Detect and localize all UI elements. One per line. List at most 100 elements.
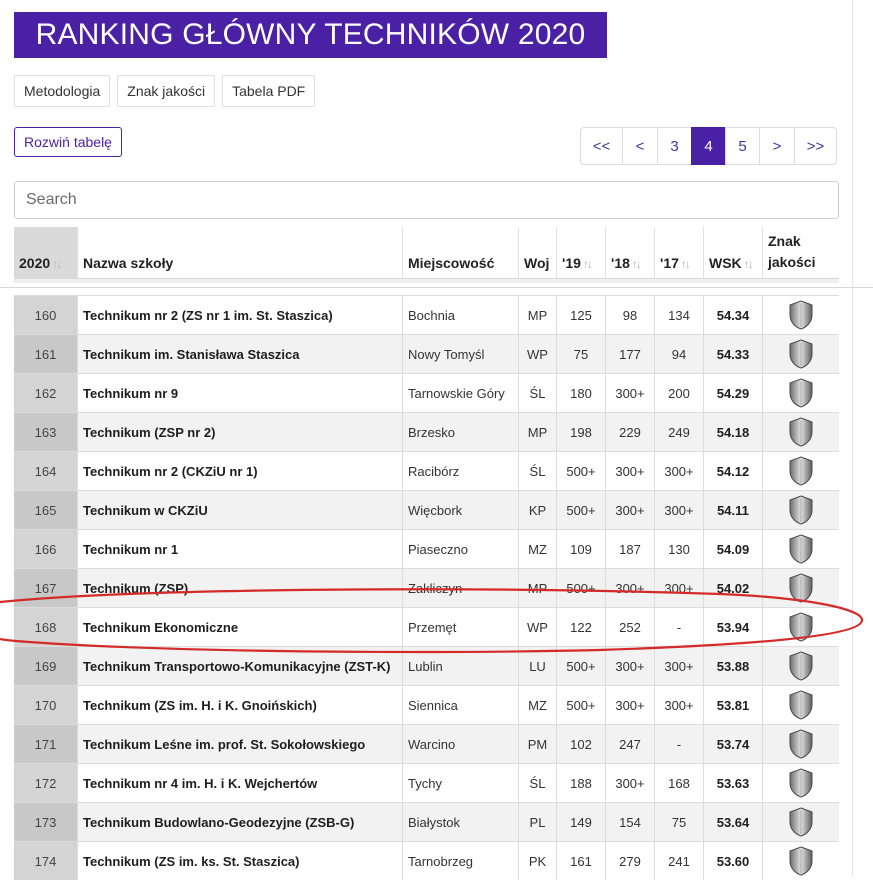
cell-voivodeship: ŚL <box>518 764 556 802</box>
sort-arrows-icon: ↑↓ <box>52 257 62 271</box>
cell-school-name: Technikum Leśne im. prof. St. Sokołowski… <box>77 725 402 763</box>
table-row: 164 Technikum nr 2 (CKZiU nr 1) Racibórz ŚL… <box>14 451 839 490</box>
cell-quality-mark <box>762 530 839 568</box>
cell-quality-mark <box>762 491 839 529</box>
cell-school-name: Technikum (ZS im. ks. St. Staszica) <box>77 842 402 880</box>
cell-city: Tarnobrzeg <box>402 842 518 880</box>
cell-rank: 169 <box>14 647 77 685</box>
shield-icon <box>788 495 814 525</box>
table-row: 168 Technikum Ekonomiczne Przemęt WP 122 252-… <box>14 607 839 646</box>
cell-city: Siennica <box>402 686 518 724</box>
cell-school-name: Technikum nr 9 <box>77 374 402 412</box>
cell-wsk: 53.88 <box>703 647 762 685</box>
cell-2017: 300+ <box>654 569 703 607</box>
sort-arrows-icon: ↑↓ <box>743 257 754 271</box>
cell-city: Więcbork <box>402 491 518 529</box>
page-button-4[interactable]: 5 <box>725 127 760 165</box>
quality-mark-button[interactable]: Znak jakości <box>117 75 216 107</box>
cell-rank: 163 <box>14 413 77 451</box>
table-header: 2020 ↑↓ Nazwa szkoły Miejscowość Woj '19 ↑… <box>14 227 839 279</box>
cell-city: Nowy Tomyśl <box>402 335 518 373</box>
cell-wsk: 54.34 <box>703 296 762 334</box>
shield-icon <box>788 417 814 447</box>
cell-quality-mark <box>762 803 839 841</box>
cell-wsk: 53.94 <box>703 608 762 646</box>
cell-school-name: Technikum Ekonomiczne <box>77 608 402 646</box>
cell-2018: 300+ <box>605 491 654 529</box>
page-button-3[interactable]: 4 <box>691 127 726 165</box>
cell-2019: 500+ <box>556 569 605 607</box>
cell-wsk: 53.63 <box>703 764 762 802</box>
sort-arrows-icon: ↑↓ <box>631 257 642 271</box>
table-row: 165 Technikum w CKZiU Więcbork KP 500+ 300+ 30… <box>14 490 839 529</box>
col-header-2019[interactable]: '19 ↑↓ <box>556 227 605 278</box>
page-button-5[interactable]: > <box>759 127 795 165</box>
cell-quality-mark <box>762 569 839 607</box>
cell-2019: 149 <box>556 803 605 841</box>
expand-table-button[interactable]: Rozwiń tabelę <box>14 127 122 157</box>
header-divider <box>14 279 839 283</box>
search-input[interactable] <box>14 181 839 219</box>
cell-2017: 241 <box>654 842 703 880</box>
shield-icon <box>788 846 814 876</box>
col-header-rank[interactable]: 2020 ↑↓ <box>14 227 77 278</box>
cell-voivodeship: PL <box>518 803 556 841</box>
methodology-button[interactable]: Metodologia <box>14 75 111 107</box>
shield-icon <box>788 807 814 837</box>
cell-2018: 300+ <box>605 686 654 724</box>
col-header-quality-mark: Znak jakości <box>762 227 839 278</box>
cell-voivodeship: KP <box>518 491 556 529</box>
cell-quality-mark <box>762 842 839 880</box>
cell-city: Tychy <box>402 764 518 802</box>
cell-rank: 162 <box>14 374 77 412</box>
cell-rank: 171 <box>14 725 77 763</box>
table-row: 166 Technikum nr 1 Piaseczno MZ 109 187 130 54.… <box>14 529 839 568</box>
cell-school-name: Technikum nr 4 im. H. i K. Wejchertów <box>77 764 402 802</box>
page-edge-line <box>852 0 853 877</box>
page-button-2[interactable]: 3 <box>657 127 692 165</box>
cell-voivodeship: MP <box>518 296 556 334</box>
table-row: 173 Technikum Budowlano-Geodezyjne (ZSB-G… <box>14 802 839 841</box>
cell-2018: 300+ <box>605 374 654 412</box>
col-header-wsk[interactable]: WSK ↑↓ <box>703 227 762 278</box>
cell-city: Zakliczyn <box>402 569 518 607</box>
pdf-table-button[interactable]: Tabela PDF <box>222 75 316 107</box>
sort-arrows-icon: ↑↓ <box>582 257 593 271</box>
cell-voivodeship: MZ <box>518 530 556 568</box>
table-row: 160 Technikum nr 2 (ZS nr 1 im. St. Stasz… <box>14 295 839 334</box>
cell-rank: 165 <box>14 491 77 529</box>
col-header-voivodeship: Woj <box>518 227 556 278</box>
table-row: 174 Technikum (ZS im. ks. St. Staszica) Ta… <box>14 841 839 880</box>
cell-rank: 168 <box>14 608 77 646</box>
cell-wsk: 54.18 <box>703 413 762 451</box>
col-header-2018[interactable]: '18 ↑↓ <box>605 227 654 278</box>
shield-icon <box>788 729 814 759</box>
cell-quality-mark <box>762 764 839 802</box>
page-button-6[interactable]: >> <box>794 127 837 165</box>
shield-icon <box>788 768 814 798</box>
cell-2017: 130 <box>654 530 703 568</box>
cell-voivodeship: MP <box>518 569 556 607</box>
cell-2019: 122 <box>556 608 605 646</box>
cell-rank: 166 <box>14 530 77 568</box>
cell-city: Przemęt <box>402 608 518 646</box>
cell-wsk: 53.64 <box>703 803 762 841</box>
cell-2019: 161 <box>556 842 605 880</box>
cell-quality-mark <box>762 296 839 334</box>
col-header-2017[interactable]: '17 ↑↓ <box>654 227 703 278</box>
shield-icon <box>788 300 814 330</box>
page-button-1[interactable]: < <box>622 127 658 165</box>
cell-2017: 300+ <box>654 647 703 685</box>
cell-voivodeship: ŚL <box>518 374 556 412</box>
page-button-0[interactable]: << <box>580 127 623 165</box>
table-row: 171 Technikum Leśne im. prof. St. Sokołow… <box>14 724 839 763</box>
shield-icon <box>788 534 814 564</box>
cell-wsk: 53.81 <box>703 686 762 724</box>
cell-2019: 500+ <box>556 647 605 685</box>
table-row: 163 Technikum (ZSP nr 2) Brzesko MP 198 229 24… <box>14 412 839 451</box>
col-header-name: Nazwa szkoły <box>77 227 402 278</box>
cell-2019: 102 <box>556 725 605 763</box>
cell-school-name: Technikum (ZSP) <box>77 569 402 607</box>
cell-quality-mark <box>762 374 839 412</box>
cell-school-name: Technikum nr 2 (ZS nr 1 im. St. Staszica… <box>77 296 402 334</box>
